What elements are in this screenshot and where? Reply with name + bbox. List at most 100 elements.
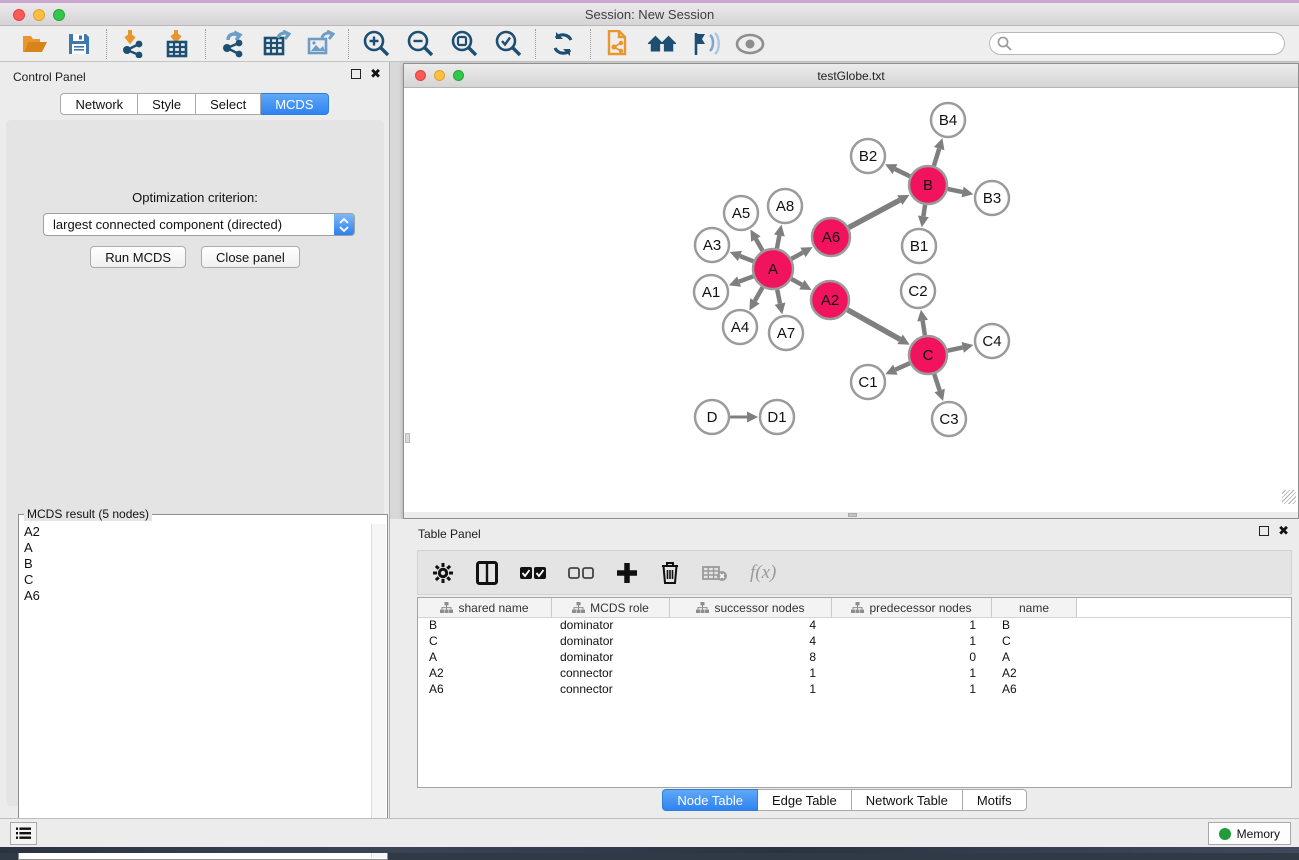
run-mcds-button[interactable]: Run MCDS xyxy=(90,246,186,268)
minimize-window-button[interactable] xyxy=(33,9,45,21)
criterion-dropdown[interactable]: largest connected component (directed) xyxy=(43,213,355,236)
home-icon[interactable] xyxy=(647,30,677,58)
table-cell[interactable]: 4 xyxy=(670,618,832,634)
export-image-icon[interactable] xyxy=(306,30,336,58)
network-canvas[interactable]: AA1A2A3A4A5A6A7A8BB1B2B3B4CC1C2C3C4DD1 xyxy=(404,88,1298,512)
table-cell[interactable]: 1 xyxy=(670,682,832,698)
table-cell[interactable]: 8 xyxy=(670,650,832,666)
result-list-item[interactable]: A2 xyxy=(21,524,370,540)
graph-edge[interactable] xyxy=(895,363,909,369)
graph-edge[interactable] xyxy=(777,290,780,304)
tab-mcds[interactable]: MCDS xyxy=(261,93,328,115)
tab-node-table[interactable]: Node Table xyxy=(662,789,758,811)
table-cell[interactable]: 1 xyxy=(832,682,992,698)
close-panel-icon[interactable]: ✖ xyxy=(1278,526,1289,536)
session-network-icon[interactable] xyxy=(603,30,633,58)
function-builder-icon[interactable]: f(x) xyxy=(750,562,776,584)
table-cell[interactable]: A xyxy=(992,650,1077,666)
table-cell[interactable]: B xyxy=(418,618,552,634)
table-cell[interactable]: A2 xyxy=(992,666,1077,682)
table-row[interactable]: Cdominator41C xyxy=(418,634,1291,650)
tab-select[interactable]: Select xyxy=(196,93,261,115)
column-header-name[interactable]: name xyxy=(992,598,1077,617)
table-cell[interactable]: dominator xyxy=(552,650,670,666)
table-cell[interactable]: 0 xyxy=(832,650,992,666)
export-table-icon[interactable] xyxy=(262,30,292,58)
tab-network-table[interactable]: Network Table xyxy=(852,789,963,811)
table-cell[interactable]: A6 xyxy=(418,682,552,698)
graph-edge[interactable] xyxy=(756,239,763,251)
table-cell[interactable]: dominator xyxy=(552,618,670,634)
table-cell[interactable]: C xyxy=(992,634,1077,650)
table-cell[interactable]: 1 xyxy=(670,666,832,682)
graph-edge[interactable] xyxy=(740,256,754,261)
result-list-item[interactable]: C xyxy=(21,572,370,588)
tab-network[interactable]: Network xyxy=(60,93,138,115)
table-cell[interactable]: A xyxy=(418,650,552,666)
network-vertical-scrollbar[interactable] xyxy=(405,433,410,443)
table-cell[interactable]: 4 xyxy=(670,634,832,650)
delete-column-icon[interactable] xyxy=(702,564,728,582)
table-cell[interactable]: 1 xyxy=(832,634,992,650)
graph-edge[interactable] xyxy=(923,205,925,217)
table-cell[interactable]: A2 xyxy=(418,666,552,682)
tab-edge-table[interactable]: Edge Table xyxy=(758,789,852,811)
mcds-result-list[interactable]: A2ABCA6 xyxy=(21,524,370,857)
table-row[interactable]: A6connector11A6 xyxy=(418,682,1291,698)
float-panel-icon[interactable] xyxy=(1259,526,1269,536)
zoom-out-icon[interactable] xyxy=(405,30,435,58)
delete-icon[interactable] xyxy=(660,561,680,585)
graph-edge[interactable] xyxy=(755,287,763,301)
graph-edge[interactable] xyxy=(791,252,803,258)
task-history-button[interactable] xyxy=(10,822,37,845)
tab-style[interactable]: Style xyxy=(138,93,196,115)
graph-edge[interactable] xyxy=(895,169,910,176)
zoom-in-icon[interactable] xyxy=(361,30,391,58)
memory-button[interactable]: Memory xyxy=(1208,822,1291,845)
network-window-titlebar[interactable]: testGlobe.txt xyxy=(404,64,1298,88)
open-file-icon[interactable] xyxy=(20,30,50,58)
table-cell[interactable]: 1 xyxy=(832,618,992,634)
deselect-all-icon[interactable] xyxy=(568,566,594,580)
column-header-predecessor-nodes[interactable]: predecessor nodes xyxy=(832,598,992,617)
search-input[interactable] xyxy=(989,32,1285,55)
graph-edge[interactable] xyxy=(739,276,753,281)
result-list-item[interactable]: A6 xyxy=(21,588,370,604)
import-table-icon[interactable] xyxy=(163,30,193,58)
network-horizontal-scrollbar[interactable] xyxy=(404,512,1298,518)
column-header-shared-name[interactable]: shared name xyxy=(418,598,552,617)
graph-edge[interactable] xyxy=(934,374,939,390)
zoom-selected-icon[interactable] xyxy=(493,30,523,58)
result-list-item[interactable]: A xyxy=(21,540,370,556)
save-session-icon[interactable] xyxy=(64,30,94,58)
graph-edge[interactable] xyxy=(849,200,900,227)
table-row[interactable]: Adominator80A xyxy=(418,650,1291,666)
import-network-icon[interactable] xyxy=(119,30,149,58)
column-browser-icon[interactable] xyxy=(476,561,498,585)
graph-edge[interactable] xyxy=(934,149,939,166)
table-cell[interactable]: B xyxy=(992,618,1077,634)
table-cell[interactable]: C xyxy=(418,634,552,650)
show-panel-icon[interactable] xyxy=(735,30,765,58)
table-cell[interactable]: dominator xyxy=(552,634,670,650)
close-panel-icon[interactable]: ✖ xyxy=(370,69,381,79)
graph-edge[interactable] xyxy=(791,279,801,285)
result-list-item[interactable]: B xyxy=(21,556,370,572)
table-cell[interactable]: connector xyxy=(552,682,670,698)
export-network-icon[interactable] xyxy=(218,30,248,58)
graph-edge[interactable] xyxy=(948,347,963,350)
refresh-icon[interactable] xyxy=(548,30,578,58)
table-cell[interactable]: 1 xyxy=(832,666,992,682)
gear-icon[interactable] xyxy=(432,562,454,584)
graph-edge[interactable] xyxy=(777,235,779,248)
table-cell[interactable]: connector xyxy=(552,666,670,682)
table-row[interactable]: Bdominator41B xyxy=(418,618,1291,634)
table-cell[interactable]: A6 xyxy=(992,682,1077,698)
result-scrollbar[interactable] xyxy=(371,524,386,858)
column-header-successor-nodes[interactable]: successor nodes xyxy=(670,598,832,617)
close-window-button[interactable] xyxy=(13,9,25,21)
graph-edge[interactable] xyxy=(847,310,900,340)
hide-panel-icon[interactable] xyxy=(691,30,721,58)
float-panel-icon[interactable] xyxy=(351,69,361,79)
close-panel-button[interactable]: Close panel xyxy=(201,246,300,268)
